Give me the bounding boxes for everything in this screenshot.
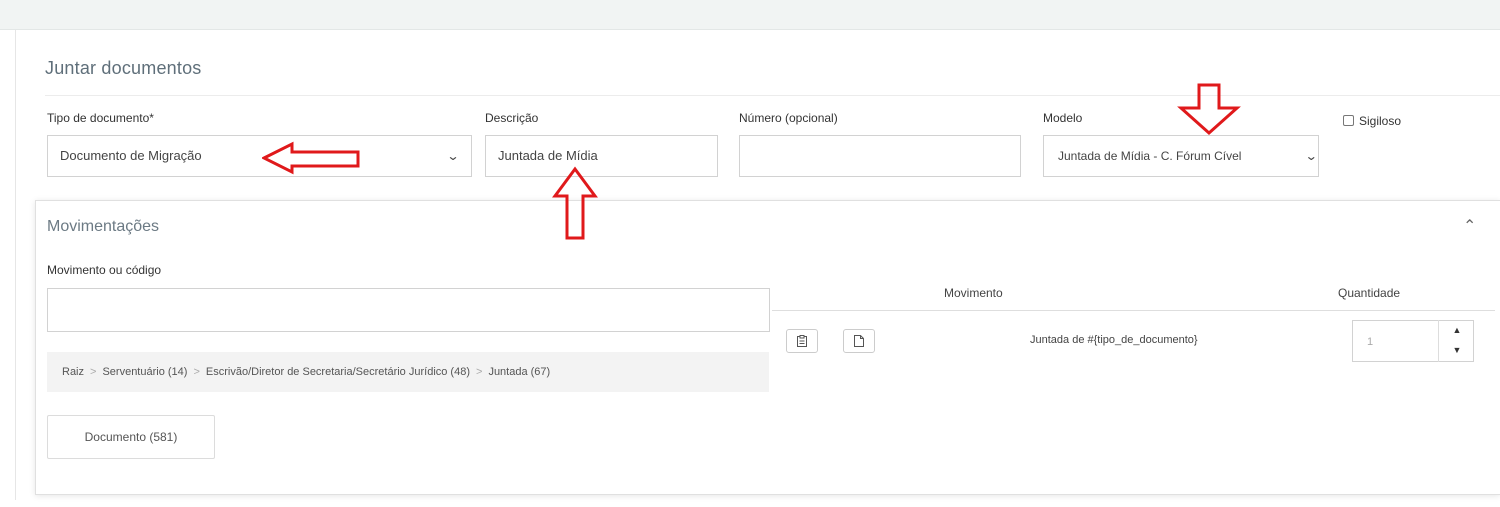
- modelo-select[interactable]: Juntada de Mídia - C. Fórum Cível ⌄: [1043, 135, 1319, 177]
- breadcrumb-separator-icon: >: [90, 366, 97, 378]
- table-row-movimento: Juntada de #{tipo_de_documento}: [1030, 334, 1198, 346]
- document-button[interactable]: [843, 329, 875, 353]
- chevron-down-icon: ⌄: [446, 149, 460, 163]
- descricao-input[interactable]: Juntada de Mídia: [485, 135, 718, 177]
- numero-input[interactable]: [739, 135, 1021, 177]
- quantidade-column-header: Quantidade: [1338, 286, 1401, 300]
- movimentacoes-panel: [35, 200, 1500, 495]
- table-header-divider: [772, 310, 1495, 311]
- movimento-codigo-input[interactable]: [47, 288, 770, 332]
- quantidade-value: 1: [1367, 336, 1374, 348]
- quantidade-spinner: ▲ ▼: [1438, 320, 1474, 362]
- annotation-arrow-icon: [552, 166, 598, 240]
- divider: [45, 95, 1500, 96]
- breadcrumb: Raiz > Serventuário (14) > Escrivão/Diretor …: [47, 352, 769, 392]
- clipboard-icon: [797, 335, 807, 347]
- tipo-documento-label: Tipo de documento*: [47, 111, 154, 125]
- chevron-down-icon: ⌄: [1302, 136, 1318, 176]
- annotation-arrow-icon: [262, 141, 360, 175]
- tipo-documento-select[interactable]: Documento de Migração ⌄: [47, 135, 472, 177]
- tipo-documento-value: Documento de Migração: [60, 148, 202, 163]
- document-icon: [854, 335, 864, 347]
- annotation-arrow-icon: [1177, 83, 1241, 136]
- breadcrumb-separator-icon: >: [476, 366, 483, 378]
- chevron-up-icon[interactable]: ⌃: [1463, 216, 1476, 236]
- movimentacoes-title: Movimentações: [47, 218, 160, 235]
- documento-button[interactable]: Documento (581): [47, 415, 215, 459]
- numero-label: Número (opcional): [739, 111, 838, 125]
- descricao-value: Juntada de Mídia: [498, 148, 598, 163]
- movimento-column-header: Movimento: [944, 286, 1003, 300]
- top-strip: [0, 0, 1500, 30]
- sigiloso-checkbox[interactable]: [1343, 115, 1354, 126]
- breadcrumb-item-juntada[interactable]: Juntada (67): [488, 366, 550, 378]
- clipboard-button[interactable]: [786, 329, 818, 353]
- modelo-value: Juntada de Mídia - C. Fórum Cível: [1058, 149, 1242, 163]
- descricao-label: Descrição: [485, 111, 539, 125]
- movimento-codigo-label: Movimento ou código: [47, 263, 162, 277]
- breadcrumb-separator-icon: >: [193, 366, 200, 378]
- page-title: Juntar documentos: [45, 58, 202, 78]
- modelo-label: Modelo: [1043, 111, 1083, 125]
- breadcrumb-item-raiz[interactable]: Raiz: [62, 366, 84, 378]
- breadcrumb-item-escrivao[interactable]: Escrivão/Diretor de Secretaria/Secretári…: [206, 366, 470, 378]
- spin-down-icon[interactable]: ▼: [1439, 340, 1475, 361]
- spin-up-icon[interactable]: ▲: [1439, 320, 1475, 341]
- breadcrumb-item-serventuario[interactable]: Serventuário (14): [102, 366, 187, 378]
- sigiloso-label: Sigiloso: [1359, 114, 1402, 128]
